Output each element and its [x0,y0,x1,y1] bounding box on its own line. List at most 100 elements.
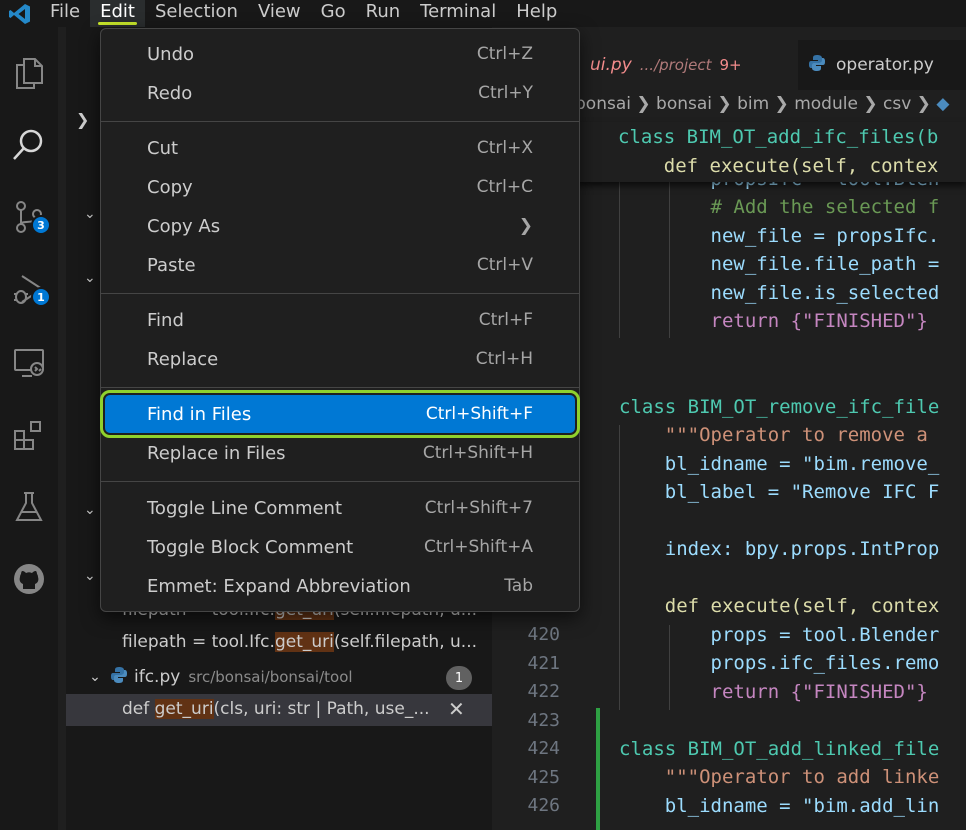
code-line[interactable]: class BIM_OT_add_linked_file [619,738,939,760]
code-line[interactable]: """Operator to add linke [619,766,940,788]
menu-item-emmet-expand[interactable]: Emmet: Expand Abbreviation Tab [105,567,575,605]
menu-item-copy[interactable]: Copy Ctrl+C [105,168,575,206]
dismiss-result-icon[interactable]: ✕ [448,697,465,721]
breadcrumb-item[interactable]: bim [737,94,769,114]
result-match: get_uri [274,632,334,652]
menu-view[interactable]: View [248,0,311,27]
chevron-right-icon[interactable]: ❯ [76,110,89,129]
chevron-down-icon[interactable]: ⌄ [84,502,96,518]
result-file-path: src/bonsai/bonsai/tool [188,668,353,686]
edit-menu-dropdown: Undo Ctrl+Z Redo Ctrl+Y Cut Ctrl+X Copy Ctrl… [100,28,580,612]
breadcrumb-item[interactable]: module [794,94,858,114]
code-line[interactable]: bl_label = "Remove IFC F [619,481,940,503]
files-icon[interactable] [9,53,49,93]
chevron-right-icon: ❯ [518,216,533,236]
source-control-icon[interactable]: 3 [9,197,51,237]
testing-icon[interactable] [9,487,49,527]
code-line[interactable]: class BIM_OT_remove_ifc_file [619,396,939,418]
code-line[interactable]: new_file.file_path = [619,253,940,275]
search-icon[interactable] [9,125,49,165]
line-number: 422 [527,681,560,702]
code-line[interactable]: return {"FINISHED"} [619,310,928,332]
line-number: 425 [527,767,560,788]
search-result-line[interactable]: filepath = tool.Ifc.get_uri(self.filepat… [122,632,477,652]
breadcrumb-item[interactable]: bonsai [656,94,712,114]
result-match: get_uri [154,699,214,719]
sticky-scroll-header[interactable]: class BIM_OT_add_ifc_files(b def execute… [575,122,966,182]
result-suffix: (self.filepath, u... [333,632,477,652]
menu-file[interactable]: File [40,0,90,27]
result-prefix: filepath = tool.Ifc. [122,632,275,652]
chevron-down-icon[interactable]: ⌄ [84,568,96,584]
menu-separator [101,293,579,294]
git-added-indicator [596,708,600,830]
code-line[interactable]: bl_idname = "bim.add_lin [619,795,940,817]
run-debug-icon[interactable]: 1 [9,269,51,309]
menu-item-redo[interactable]: Redo Ctrl+Y [105,74,575,112]
code-line[interactable]: bl_idname = "bim.remove_ [619,453,940,475]
line-number: 420 [527,624,560,645]
chevron-down-icon[interactable]: ⌄ [84,270,96,286]
search-result-line[interactable]: def get_uri(cls, uri: str | Path, use_..… [122,699,430,719]
menu-separator [101,481,579,482]
code-line[interactable]: """Operator to remove a [619,424,928,446]
menu-item-undo[interactable]: Undo Ctrl+Z [105,35,575,73]
code-line[interactable]: new_file.is_selected [619,282,940,304]
sticky-line[interactable]: class BIM_OT_add_ifc_files(b [618,126,938,148]
activity-bar: 3 1 [0,27,58,830]
menu-separator [101,121,579,122]
remote-explorer-icon[interactable] [9,343,49,383]
menu-run[interactable]: Run [356,0,411,27]
menu-item-find-in-files[interactable]: Find in Files Ctrl+Shift+F [100,390,580,438]
run-debug-badge: 1 [31,287,51,307]
code-line[interactable]: props.ifc_files.remo [619,652,940,674]
line-number: 426 [527,795,560,816]
menu-go[interactable]: Go [311,0,356,27]
breadcrumb: bonsai ❯ bonsai ❯ bim ❯ module ❯ csv ❯ ◆ [575,94,950,114]
code-line[interactable]: return {"FINISHED"} [619,681,928,703]
extensions-icon[interactable] [9,415,49,455]
line-number: 423 [527,710,560,731]
menu-bar: File Edit Selection View Go Run Terminal… [0,0,966,27]
tab-problem-count: 9+ [719,56,742,74]
tab-name: ui.py [590,55,632,75]
tab-ui-py[interactable]: ui.py .../project 9+ [562,40,798,90]
menu-edit[interactable]: Edit [90,0,145,27]
match-count-badge: 1 [446,666,472,690]
python-icon [808,54,826,77]
menu-item-replace[interactable]: Replace Ctrl+H [105,340,575,378]
tab-path: .../project [639,56,712,74]
menu-item-toggle-line-comment[interactable]: Toggle Line Comment Ctrl+Shift+7 [105,489,575,527]
tab-operator-py[interactable]: operator.py [808,40,966,90]
vscode-icon[interactable] [0,0,40,27]
code-line[interactable]: def execute(self, contex [619,595,940,617]
chevron-down-icon[interactable]: ⌄ [80,669,110,685]
breadcrumb-item[interactable]: bonsai [575,94,631,114]
menu-terminal[interactable]: Terminal [410,0,506,27]
menu-selection[interactable]: Selection [145,0,248,27]
result-suffix: (cls, uri: str | Path, use_... [213,699,430,719]
python-icon [110,666,128,688]
menu-help[interactable]: Help [506,0,567,27]
menu-item-copy-as[interactable]: Copy As ❯ [105,207,575,245]
github-icon[interactable] [9,559,49,599]
search-result-file[interactable]: ⌄ ifc.py src/bonsai/bonsai/tool [66,662,492,692]
menu-item-cut[interactable]: Cut Ctrl+X [105,129,575,167]
source-control-badge: 3 [31,215,51,235]
code-line[interactable]: index: bpy.props.IntProp [619,538,940,560]
breadcrumb-item[interactable]: csv [883,94,911,114]
menu-item-paste[interactable]: Paste Ctrl+V [105,246,575,284]
code-line[interactable]: # Add the selected f [619,196,940,218]
menu-separator [101,387,579,388]
menu-item-find[interactable]: Find Ctrl+F [105,301,575,339]
tab-name: operator.py [836,55,934,75]
code-line[interactable]: props = tool.Blender [619,624,940,646]
code-line[interactable]: new_file = propsIfc. [619,225,940,247]
python-icon: ◆ [936,94,950,114]
chevron-down-icon[interactable]: ⌄ [84,206,96,222]
line-number: 424 [527,738,560,759]
menu-item-replace-in-files[interactable]: Replace in Files Ctrl+Shift+H [105,434,575,472]
result-file-name: ifc.py [134,667,181,687]
menu-item-toggle-block-comment[interactable]: Toggle Block Comment Ctrl+Shift+A [105,528,575,566]
sticky-line[interactable]: def execute(self, contex [618,155,939,177]
